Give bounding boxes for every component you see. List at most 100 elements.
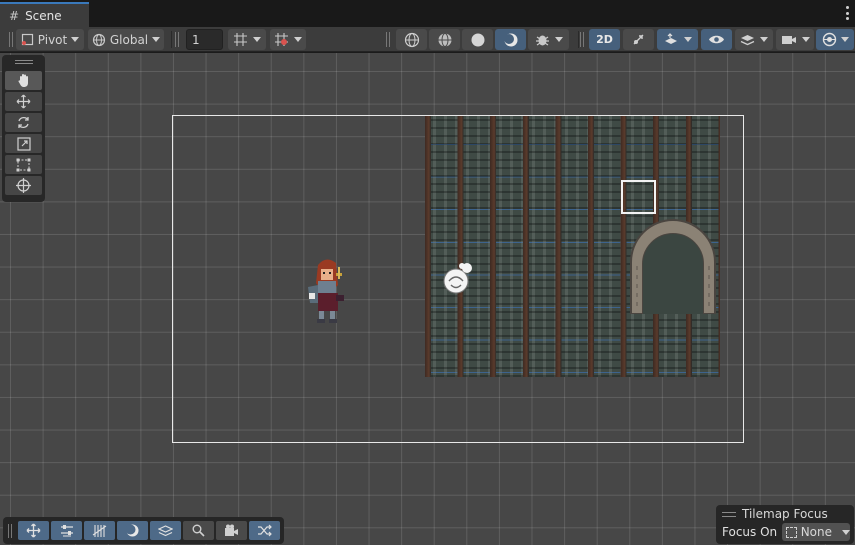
tab-scene-label: Scene <box>25 8 62 23</box>
wireframe-sphere-icon <box>404 32 419 47</box>
lighting-icon <box>503 33 517 46</box>
view-tool-button[interactable] <box>5 71 42 90</box>
overlay-shuffle-button[interactable] <box>249 521 280 540</box>
chevron-down-icon <box>842 529 850 535</box>
focus-none-icon <box>786 526 797 538</box>
chevron-down-icon <box>684 37 692 42</box>
transform-icon <box>16 178 31 193</box>
camera-icon <box>224 524 238 536</box>
audio-source-gizmo-icon[interactable] <box>441 261 475 297</box>
grid-snapping-dropdown[interactable] <box>228 29 266 50</box>
player-character-sprite[interactable] <box>304 255 350 331</box>
overlay-move-button[interactable] <box>18 521 49 540</box>
tilemap-focus-title: Tilemap Focus <box>742 507 828 521</box>
eye-icon <box>709 35 724 44</box>
focus-on-label: Focus On <box>722 525 778 539</box>
toolbar-grip[interactable] <box>175 32 179 47</box>
focus-on-dropdown[interactable]: None <box>782 523 850 541</box>
camera-settings-dropdown[interactable] <box>776 29 814 50</box>
gizmos-dropdown[interactable] <box>816 29 854 50</box>
overlay-drag-handle[interactable] <box>8 524 12 538</box>
scale-icon <box>16 136 31 151</box>
globe-icon <box>92 33 105 46</box>
shaded-button[interactable] <box>462 29 493 50</box>
grid-snap-icon <box>234 33 247 46</box>
shuffle-icon <box>258 524 272 537</box>
scene-fx-icon <box>665 33 677 44</box>
chevron-down-icon <box>840 37 849 42</box>
gizmo-globe-icon <box>822 32 836 47</box>
overlay-search-button[interactable] <box>183 521 214 540</box>
overlay-tile-palette-button[interactable] <box>84 521 115 540</box>
layers-dropdown[interactable] <box>735 29 773 50</box>
overlay-drag-handle[interactable] <box>14 60 33 64</box>
stone-arch[interactable] <box>627 216 719 314</box>
overlay-drag-handle[interactable] <box>722 511 736 517</box>
2d-mode-button[interactable]: 2D <box>589 29 620 50</box>
chevron-down-icon <box>294 37 302 42</box>
toolbar-grip[interactable] <box>9 32 13 47</box>
sliders-icon <box>60 525 73 537</box>
layers-icon <box>158 524 173 536</box>
shaded-wireframe-button[interactable] <box>429 29 460 50</box>
tilemap-focus-header[interactable]: Tilemap Focus <box>722 507 828 521</box>
transform-tool-button[interactable] <box>5 176 42 195</box>
lighting-toggle-button[interactable] <box>623 29 654 50</box>
light-off-icon <box>633 34 644 45</box>
more-options-icon[interactable] <box>845 6 849 20</box>
overlay-settings-button[interactable] <box>51 521 82 540</box>
tab-scene[interactable]: # Scene <box>0 2 89 27</box>
chevron-down-icon <box>71 37 80 42</box>
tiles-icon <box>92 525 107 537</box>
scale-tool-button[interactable] <box>5 134 42 153</box>
global-dropdown[interactable]: Global <box>88 29 164 50</box>
2d-mode-label: 2D <box>596 33 613 46</box>
shaded-wire-sphere-icon <box>438 32 451 47</box>
rect-tool-icon <box>16 158 31 171</box>
scene-viewport[interactable] <box>0 53 855 545</box>
increment-snap-icon <box>275 33 288 46</box>
grid-icon: # <box>9 8 20 23</box>
grid-snap-value: 1 <box>192 32 200 47</box>
shaded-sphere-icon <box>471 33 484 46</box>
chevron-down-icon <box>801 37 810 42</box>
pivot-dropdown[interactable]: Pivot <box>16 29 84 50</box>
rect-tool-button[interactable] <box>5 155 42 174</box>
camera-icon <box>781 35 796 44</box>
search-icon <box>192 524 205 537</box>
overlay-camera-button[interactable] <box>216 521 247 540</box>
lit-shading-button[interactable] <box>495 29 526 50</box>
grid-snap-field[interactable]: 1 <box>186 29 223 50</box>
move-tool-button[interactable] <box>5 92 42 111</box>
chevron-down-icon <box>253 37 261 42</box>
scene-fx-dropdown[interactable] <box>657 29 698 50</box>
pivot-label: Pivot <box>37 32 68 47</box>
wireframe-shading-button[interactable] <box>396 29 427 50</box>
separator <box>578 31 579 48</box>
focus-on-value: None <box>800 525 832 539</box>
toolbar-grip[interactable] <box>386 32 390 47</box>
tab-bar: # Scene <box>0 0 855 27</box>
separator <box>171 31 172 48</box>
layers-icon <box>740 34 755 45</box>
move-icon <box>26 523 41 538</box>
bottom-overlay-toolbar <box>3 517 284 544</box>
visibility-button[interactable] <box>701 29 732 50</box>
pivot-icon <box>21 33 33 46</box>
bug-icon <box>535 35 549 46</box>
rotate-icon <box>18 116 29 129</box>
chevron-down-icon <box>152 37 161 42</box>
chevron-down-icon <box>760 37 768 42</box>
scene-toolbar: Pivot Global 1 2D <box>0 27 855 52</box>
overlay-shading-button[interactable] <box>117 521 148 540</box>
hand-icon <box>17 74 28 87</box>
rotate-tool-button[interactable] <box>5 113 42 132</box>
chevron-down-icon <box>554 37 563 42</box>
increment-snap-dropdown[interactable] <box>270 29 306 50</box>
tilemap-focus-overlay: Tilemap Focus Focus On None <box>716 505 854 544</box>
overlay-layers-button[interactable] <box>150 521 181 540</box>
global-label: Global <box>109 32 149 47</box>
tools-overlay <box>2 55 45 202</box>
debug-draw-mode-dropdown[interactable] <box>528 29 569 50</box>
toolbar-grip[interactable] <box>580 32 584 47</box>
